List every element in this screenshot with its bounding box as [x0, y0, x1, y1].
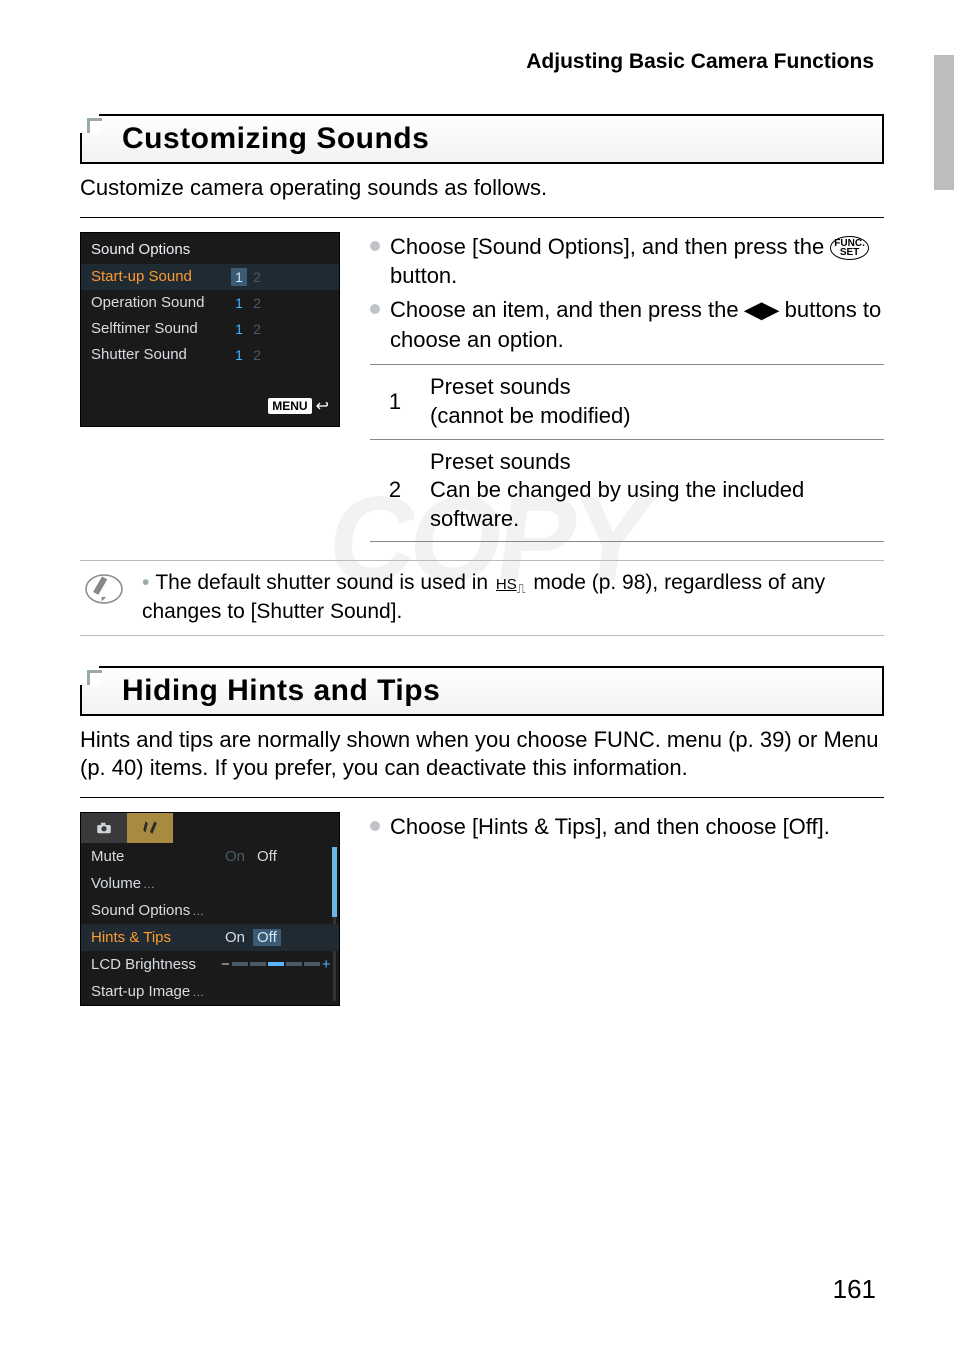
- menu-label: Mute: [91, 848, 221, 865]
- menu-row-hints-tips: Hints & Tips On Off: [81, 924, 339, 951]
- toggle-on: On: [221, 929, 249, 946]
- menu-row-lcd-brightness: LCD Brightness − +: [81, 951, 339, 978]
- camera-row-selftimer-sound: Selftimer Sound 1 2: [81, 316, 339, 342]
- camera-row-startup-sound: Start-up Sound 1 2: [81, 264, 339, 290]
- running-header: Adjusting Basic Camera Functions: [80, 50, 884, 74]
- instr-text: Choose [Hints & Tips], and then choose […: [390, 812, 884, 842]
- pencil-note-icon: [84, 569, 124, 617]
- menu-label: Hints & Tips: [91, 929, 221, 946]
- menu-label: Volume: [91, 875, 221, 892]
- table-row: 1 Preset sounds (cannot be modified): [370, 365, 884, 439]
- instr-text: button.: [390, 263, 457, 288]
- section-title: Customizing Sounds: [122, 122, 868, 156]
- note-box: •The default shutter sound is used in HS…: [80, 560, 884, 635]
- instructions: Choose [Sound Options], and then press t…: [370, 232, 884, 543]
- section2-intro: Hints and tips are normally shown when y…: [80, 726, 884, 783]
- option-number: 1: [370, 365, 420, 439]
- camera-row-label: Start-up Sound: [91, 268, 231, 285]
- section-heading-hiding-hints: Hiding Hints and Tips: [80, 666, 884, 716]
- divider: [80, 797, 884, 798]
- menu-label: LCD Brightness: [91, 956, 221, 973]
- option-2: 2: [249, 294, 265, 312]
- menu-row-volume: Volume: [81, 870, 339, 897]
- menu-badge: MENU: [268, 398, 311, 414]
- option-2: 2: [249, 268, 265, 286]
- toggle-off: Off: [253, 929, 281, 946]
- option-2: 2: [249, 320, 265, 338]
- camera-row-label: Selftimer Sound: [91, 320, 231, 337]
- tab-shooting: [81, 813, 127, 843]
- section1-intro: Customize camera operating sounds as fol…: [80, 174, 884, 203]
- camera-screen-sound-options: Sound Options Start-up Sound 1 2 Operati…: [80, 232, 340, 427]
- tools-icon: [141, 819, 159, 837]
- menu-label: Sound Options: [91, 902, 221, 919]
- instructions: Choose [Hints & Tips], and then choose […: [370, 812, 884, 846]
- option-desc: Preset sounds Can be changed by using th…: [420, 439, 884, 542]
- camera-row-shutter-sound: Shutter Sound 1 2: [81, 342, 339, 368]
- divider: [80, 217, 884, 218]
- toggle-off: Off: [253, 848, 281, 865]
- bullet-1: Choose [Hints & Tips], and then choose […: [370, 812, 884, 842]
- instr-text: Choose [Sound Options], and then press t…: [390, 234, 830, 259]
- camera-row-operation-sound: Operation Sound 1 2: [81, 290, 339, 316]
- camera-icon: [95, 819, 113, 837]
- option-1: 1: [231, 294, 247, 312]
- menu-row-mute: Mute On Off: [81, 843, 339, 870]
- bullet-2: Choose an item, and then press the ◀▶ bu…: [370, 295, 884, 354]
- option-1: 1: [231, 320, 247, 338]
- option-desc: Preset sounds (cannot be modified): [420, 365, 884, 439]
- bullet-dot-icon: [370, 241, 380, 251]
- section-title: Hiding Hints and Tips: [122, 674, 868, 708]
- bullet-1: Choose [Sound Options], and then press t…: [370, 232, 884, 291]
- option-2: 2: [249, 346, 265, 364]
- side-tab: [934, 55, 954, 190]
- menu-row-startup-image: Start-up Image: [81, 978, 339, 1005]
- camera-screen-setup-menu: Mute On Off Volume Sound Options Hints &…: [80, 812, 340, 1006]
- camera-row-label: Operation Sound: [91, 294, 231, 311]
- left-right-arrow-icon: ◀▶: [745, 295, 779, 325]
- note-text: •The default shutter sound is used in HS…: [142, 569, 880, 626]
- section-heading-customizing-sounds: Customizing Sounds: [80, 114, 884, 164]
- table-row: 2 Preset sounds Can be changed by using …: [370, 439, 884, 542]
- option-1: 1: [231, 268, 247, 286]
- camera-tabs: [81, 813, 339, 843]
- option-1: 1: [231, 346, 247, 364]
- camera-title: Sound Options: [81, 233, 339, 264]
- camera-menu-back: MENU ↩: [81, 386, 339, 426]
- instr-text: Choose an item, and then press the: [390, 297, 745, 322]
- options-table: 1 Preset sounds (cannot be modified) 2 P…: [370, 364, 884, 542]
- page-number: 161: [833, 1274, 876, 1305]
- toggle-on: On: [221, 848, 249, 865]
- tab-setup: [127, 813, 173, 843]
- brightness-slider: − +: [221, 956, 331, 973]
- menu-row-sound-options: Sound Options: [81, 897, 339, 924]
- option-number: 2: [370, 439, 420, 542]
- func-set-icon: FUNC. SET: [830, 236, 869, 260]
- bullet-dot-icon: [370, 821, 380, 831]
- high-speed-mode-icon: HS⎍: [494, 575, 528, 598]
- camera-row-label: Shutter Sound: [91, 346, 231, 363]
- back-arrow-icon: ↩: [316, 396, 329, 416]
- bullet-dot-icon: [370, 304, 380, 314]
- menu-label: Start-up Image: [91, 983, 221, 1000]
